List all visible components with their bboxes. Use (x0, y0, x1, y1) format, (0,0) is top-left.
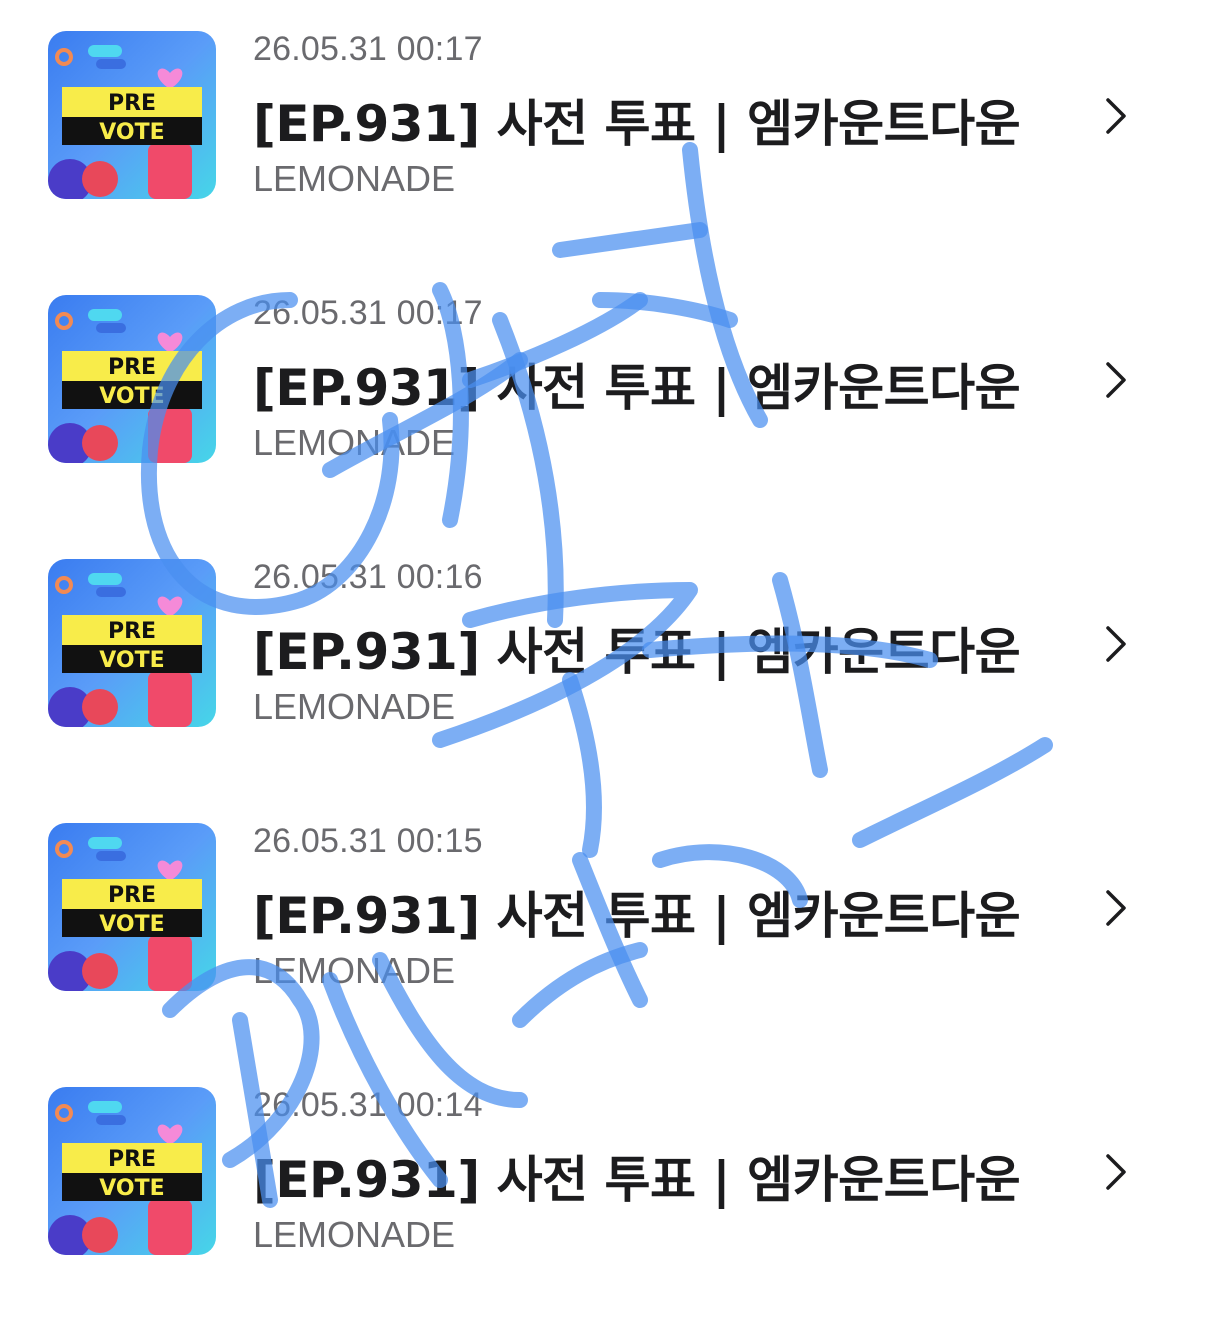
item-date: 26.05.31 00:16 (253, 558, 483, 596)
chevron-right-icon[interactable] (1098, 96, 1132, 136)
prevote-thumbnail-icon: PRE VOTE (48, 559, 216, 727)
vote-history-list: PRE VOTE 26.05.31 00:17 [EP.931] 사전 투표 |… (0, 0, 1206, 1291)
prevote-thumbnail-icon: PRE VOTE (48, 31, 216, 199)
thumbnail-label-bottom: VOTE (99, 1176, 164, 1201)
thumbnail-label-bottom: VOTE (99, 384, 164, 409)
list-item[interactable]: PRE VOTE 26.05.31 00:17 [EP.931] 사전 투표 |… (0, 264, 1206, 528)
item-title: [EP.931] 사전 투표 | 엠카운트다운 (253, 1151, 1021, 1209)
list-item[interactable]: PRE VOTE 26.05.31 00:14 [EP.931] 사전 투표 |… (0, 1056, 1206, 1320)
list-item[interactable]: PRE VOTE 26.05.31 00:17 [EP.931] 사전 투표 |… (0, 0, 1206, 264)
item-artist: LEMONADE (253, 422, 456, 463)
item-date: 26.05.31 00:15 (253, 822, 483, 860)
thumbnail-label-top: PRE (108, 883, 156, 908)
list-item[interactable]: PRE VOTE 26.05.31 00:16 [EP.931] 사전 투표 |… (0, 528, 1206, 792)
item-title: [EP.931] 사전 투표 | 엠카운트다운 (253, 95, 1021, 153)
item-title: [EP.931] 사전 투표 | 엠카운트다운 (253, 359, 1021, 417)
item-date: 26.05.31 00:17 (253, 294, 483, 332)
thumbnail-label-bottom: VOTE (99, 648, 164, 673)
prevote-thumbnail-icon: PRE VOTE (48, 823, 216, 991)
prevote-thumbnail-icon: PRE VOTE (48, 295, 216, 463)
item-date: 26.05.31 00:14 (253, 1086, 483, 1124)
thumbnail-label-top: PRE (108, 91, 156, 116)
thumbnail-label-bottom: VOTE (99, 912, 164, 937)
chevron-right-icon[interactable] (1098, 888, 1132, 928)
chevron-right-icon[interactable] (1098, 1152, 1132, 1192)
item-artist: LEMONADE (253, 158, 456, 199)
item-artist: LEMONADE (253, 1214, 456, 1255)
item-artist: LEMONADE (253, 686, 456, 727)
list-item[interactable]: PRE VOTE 26.05.31 00:15 [EP.931] 사전 투표 |… (0, 792, 1206, 1056)
item-date: 26.05.31 00:17 (253, 30, 483, 68)
thumbnail-label-top: PRE (108, 355, 156, 380)
thumbnail-label-bottom: VOTE (99, 120, 164, 145)
thumbnail-label-top: PRE (108, 1147, 156, 1172)
item-title: [EP.931] 사전 투표 | 엠카운트다운 (253, 887, 1021, 945)
prevote-thumbnail-icon: PRE VOTE (48, 1087, 216, 1255)
item-title: [EP.931] 사전 투표 | 엠카운트다운 (253, 623, 1021, 681)
chevron-right-icon[interactable] (1098, 624, 1132, 664)
item-artist: LEMONADE (253, 950, 456, 991)
thumbnail-label-top: PRE (108, 619, 156, 644)
chevron-right-icon[interactable] (1098, 360, 1132, 400)
